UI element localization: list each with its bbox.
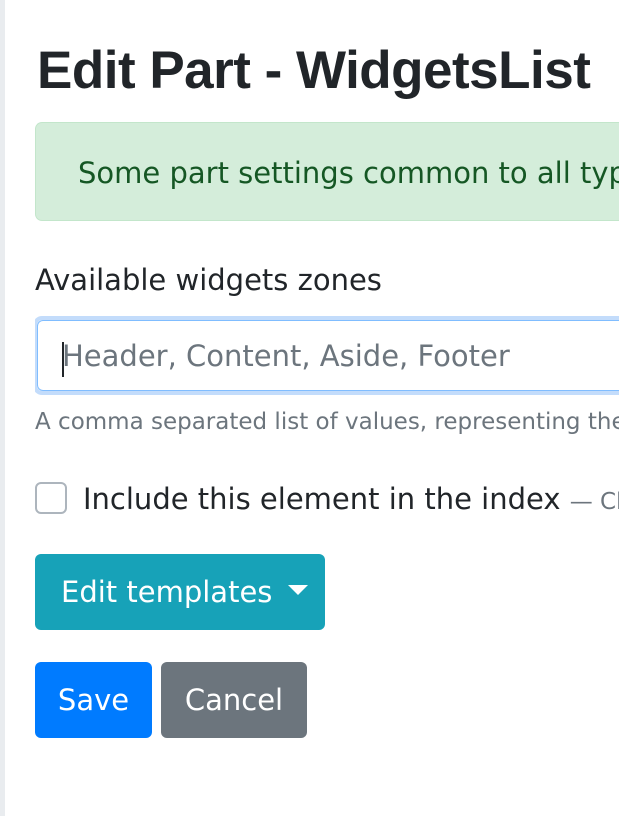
zones-field-hint: A comma separated list of values, repres… <box>35 409 619 435</box>
save-button[interactable]: Save <box>35 662 152 738</box>
page-title: Edit Part - WidgetsList <box>37 41 591 100</box>
alert-text: Some part settings common to all types a… <box>78 156 619 190</box>
info-alert: Some part settings common to all types a… <box>35 122 619 221</box>
index-checkbox-label[interactable]: Include this element in the index — Chec… <box>83 480 619 521</box>
main-content: Edit Part - WidgetsList Some part settin… <box>35 0 619 816</box>
text-cursor <box>62 342 64 377</box>
index-checkbox-hint: — Check <box>569 489 619 515</box>
zones-input[interactable] <box>37 320 619 391</box>
edit-templates-button[interactable]: Edit templates <box>35 554 325 630</box>
index-checkbox[interactable] <box>35 482 67 514</box>
cancel-button[interactable]: Cancel <box>161 662 307 738</box>
sidebar-edge <box>0 0 5 816</box>
index-checkbox-label-text: Include this element in the index <box>83 482 561 516</box>
zones-input-focus-ring <box>35 316 619 395</box>
edit-templates-label: Edit templates <box>61 575 273 609</box>
caret-down-icon <box>288 585 309 595</box>
zones-field-label: Available widgets zones <box>35 263 382 297</box>
